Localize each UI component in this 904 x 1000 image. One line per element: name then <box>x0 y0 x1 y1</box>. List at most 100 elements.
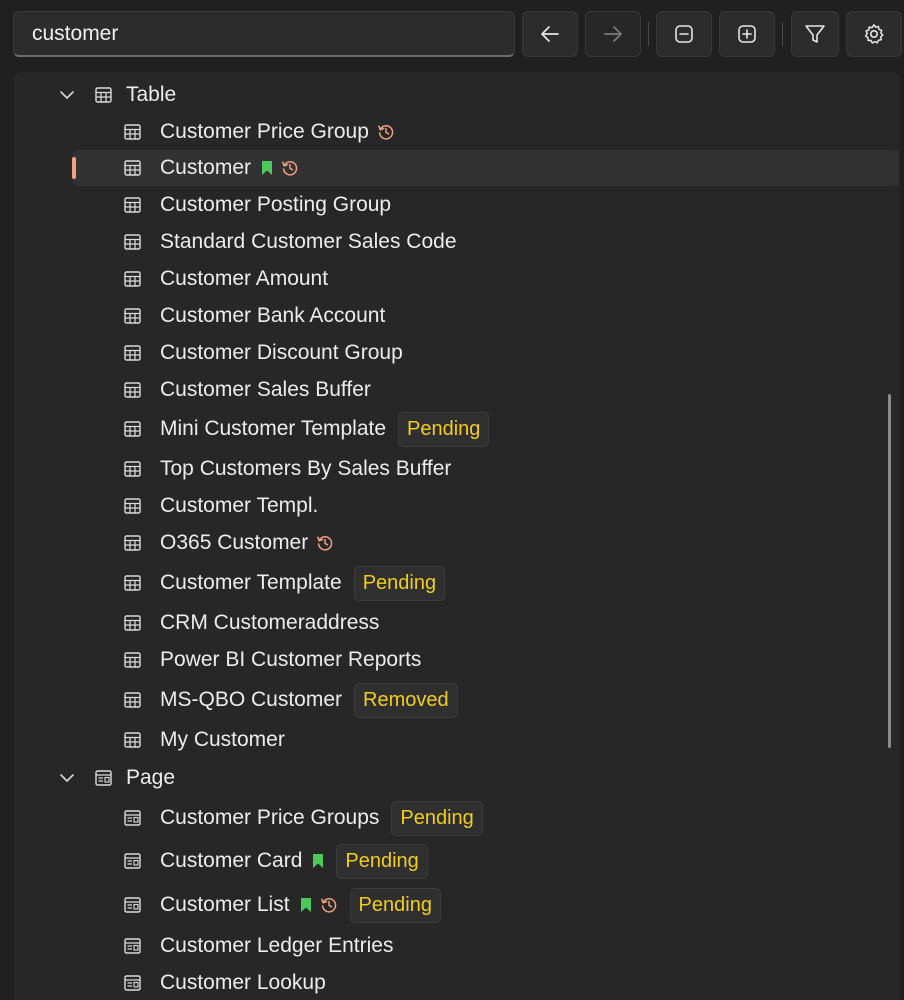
tree-item[interactable]: Customer Posting Group <box>14 187 900 223</box>
tree-item-label: CRM Customeraddress <box>160 611 380 634</box>
tree-item-label: Power BI Customer Reports <box>160 648 422 671</box>
bookmark-icon <box>313 854 324 868</box>
chevron-down-icon[interactable] <box>59 88 75 102</box>
table-icon <box>124 535 141 551</box>
tree-group-table[interactable]: Table <box>14 77 900 113</box>
table-icon <box>124 615 141 631</box>
status-badge: Pending <box>353 565 446 601</box>
tree-item-label: Customer Discount Group <box>160 341 403 364</box>
group-label: Page <box>126 766 176 789</box>
expand-all-button[interactable] <box>719 11 775 57</box>
tree-item[interactable]: Customer Lookup <box>14 965 900 1000</box>
tree-item-label: Customer <box>160 156 252 179</box>
tree-item[interactable]: Top Customers By Sales Buffer <box>14 451 900 487</box>
tree-item-label: Standard Customer Sales Code <box>160 230 457 253</box>
tree-item[interactable]: Customer Price Group <box>14 114 900 150</box>
table-icon <box>124 498 141 514</box>
table-icon <box>124 732 141 748</box>
gear-icon <box>864 24 884 44</box>
toolbar <box>0 0 904 72</box>
page-icon <box>124 810 141 826</box>
tree-item[interactable]: MS-QBO Customer Removed <box>14 682 900 718</box>
settings-button[interactable] <box>846 11 902 57</box>
table-icon <box>124 345 141 361</box>
tree-item[interactable]: Customer Price Groups Pending <box>14 800 900 836</box>
tree-item-label: Customer Ledger Entries <box>160 934 394 957</box>
tree-item-label: Customer Price Groups <box>160 806 380 829</box>
tree-item[interactable]: Customer Amount <box>14 261 900 297</box>
tree-item-label: Mini Customer Template <box>160 417 387 440</box>
table-icon <box>95 87 112 103</box>
table-icon <box>124 271 141 287</box>
group-label: Table <box>126 83 177 106</box>
status-badge: Pending <box>391 800 483 836</box>
tree-item-label: Top Customers By Sales Buffer <box>160 457 452 480</box>
toolbar-separator <box>782 22 783 46</box>
tree-item[interactable]: My Customer <box>14 722 900 758</box>
tree-item-label: MS-QBO Customer <box>160 688 343 711</box>
tree-item[interactable]: Customer Templ. <box>14 488 900 524</box>
status-badge: Pending <box>349 887 441 923</box>
filter-icon <box>805 25 825 43</box>
tree-item[interactable]: Customer <box>14 150 900 186</box>
tree-item[interactable]: Customer Discount Group <box>14 335 900 371</box>
tree-item-label: My Customer <box>160 728 285 751</box>
page-icon <box>124 853 141 869</box>
history-icon <box>282 161 298 176</box>
tree-item-label: Customer Template <box>160 571 342 594</box>
tree-item-label: Customer List <box>160 893 290 916</box>
page-icon <box>124 938 141 954</box>
selection-indicator <box>72 157 76 179</box>
tree-group-page[interactable]: Page <box>14 760 900 796</box>
tree-item-label: Customer Lookup <box>160 971 326 994</box>
table-icon <box>124 461 141 477</box>
tree-item[interactable]: Power BI Customer Reports <box>14 642 900 678</box>
object-tree: Table Customer Price Group Customer Custome… <box>14 72 900 1000</box>
arrow-right-icon <box>604 26 622 42</box>
tree-item-label: Customer Card <box>160 849 303 872</box>
table-icon <box>124 575 141 591</box>
arrow-left-icon <box>541 26 559 42</box>
table-icon <box>124 652 141 668</box>
tree-item[interactable]: Customer Sales Buffer <box>14 372 900 408</box>
filter-button[interactable] <box>791 11 839 57</box>
tree-item-label: Customer Amount <box>160 267 329 290</box>
table-icon <box>124 308 141 324</box>
bookmark-icon <box>262 161 273 175</box>
bookmark-icon <box>300 898 311 912</box>
status-badge: Pending <box>336 843 428 879</box>
table-icon <box>124 692 141 708</box>
tree-item[interactable]: Customer Ledger Entries <box>14 928 900 964</box>
table-icon <box>124 197 141 213</box>
forward-button[interactable] <box>585 11 641 57</box>
tree-item[interactable]: O365 Customer <box>14 525 900 561</box>
tree-item[interactable]: Customer Card Pending <box>14 843 900 879</box>
tree-item[interactable]: Customer Template Pending <box>14 565 900 601</box>
tree-item-label: Customer Templ. <box>160 494 319 517</box>
tree-item-label: Customer Posting Group <box>160 193 392 216</box>
page-icon <box>95 770 112 786</box>
tree-item-label: Customer Price Group <box>160 120 369 143</box>
history-icon <box>320 898 336 913</box>
tree-item[interactable]: CRM Customeraddress <box>14 605 900 641</box>
history-icon <box>317 536 333 551</box>
tree-item[interactable]: Mini Customer Template Pending <box>14 411 900 447</box>
collapse-all-button[interactable] <box>656 11 712 57</box>
table-icon <box>124 382 141 398</box>
status-badge: Pending <box>398 411 490 447</box>
tree-item-label: Customer Sales Buffer <box>160 378 371 401</box>
tree-item[interactable]: Standard Customer Sales Code <box>14 224 900 260</box>
page-icon <box>124 897 141 913</box>
status-badge: Removed <box>354 682 458 718</box>
history-icon <box>377 125 394 140</box>
chevron-down-icon[interactable] <box>59 771 75 785</box>
search-input[interactable] <box>13 11 515 57</box>
table-icon <box>124 124 141 140</box>
table-icon <box>124 160 141 176</box>
tree-item[interactable]: Customer Bank Account <box>14 298 900 334</box>
table-icon <box>124 234 141 250</box>
table-icon <box>124 421 141 437</box>
tree-item[interactable]: Customer List Pending <box>14 887 900 923</box>
back-button[interactable] <box>522 11 578 57</box>
page-icon <box>124 975 141 991</box>
